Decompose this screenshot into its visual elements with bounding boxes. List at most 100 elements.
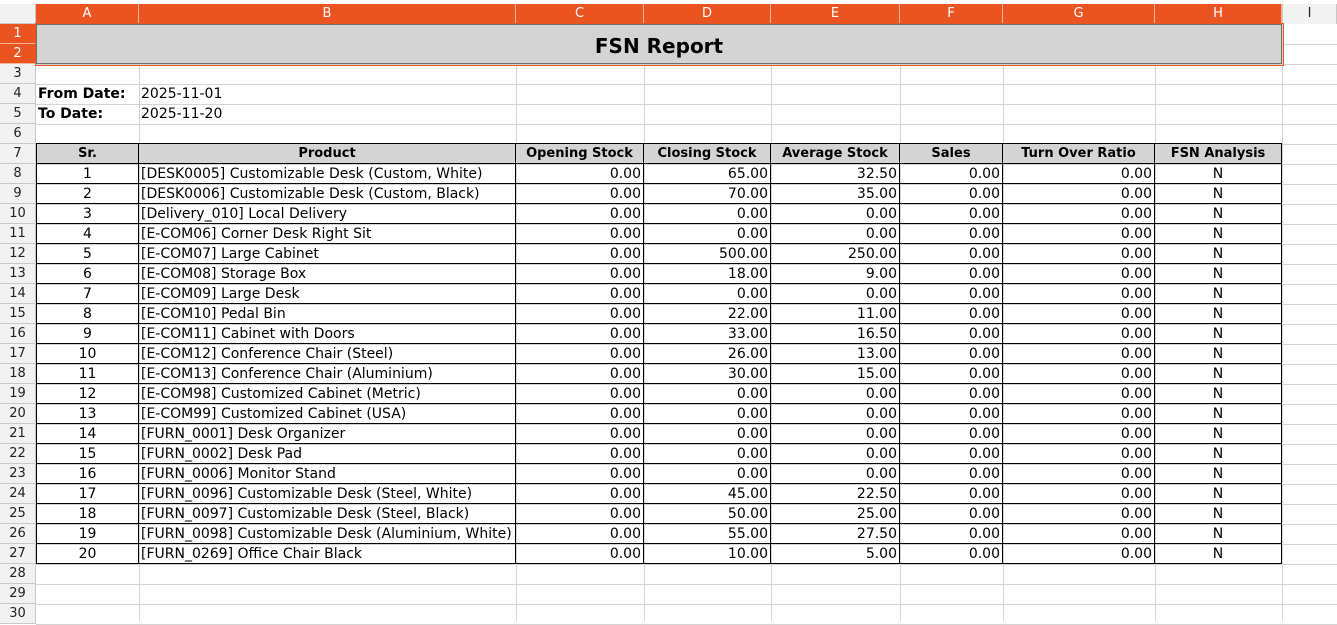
table-cell[interactable]: 7 <box>36 284 139 304</box>
column-header-h[interactable]: H <box>1155 4 1282 24</box>
row-header-6[interactable]: 6 <box>0 124 36 144</box>
table-cell[interactable]: 250.00 <box>771 244 900 264</box>
to-date-value[interactable]: 2025-11-20 <box>139 104 339 124</box>
table-cell[interactable]: 18.00 <box>644 264 771 284</box>
table-cell[interactable]: 13.00 <box>771 344 900 364</box>
table-cell[interactable]: 0.00 <box>516 504 644 524</box>
table-cell[interactable]: N <box>1155 284 1282 304</box>
table-cell[interactable]: 55.00 <box>644 524 771 544</box>
table-cell[interactable]: 0.00 <box>771 384 900 404</box>
table-cell[interactable]: 500.00 <box>644 244 771 264</box>
row-header-26[interactable]: 26 <box>0 524 36 544</box>
table-cell[interactable]: [DESK0005] Customizable Desk (Custom, Wh… <box>139 164 516 184</box>
row-header-24[interactable]: 24 <box>0 484 36 504</box>
table-cell[interactable]: 0.00 <box>516 544 644 564</box>
table-cell[interactable]: N <box>1155 224 1282 244</box>
table-cell[interactable]: 9 <box>36 324 139 344</box>
table-cell[interactable]: [E-COM98] Customized Cabinet (Metric) <box>139 384 516 404</box>
table-cell[interactable]: [FURN_0096] Customizable Desk (Steel, Wh… <box>139 484 516 504</box>
table-cell[interactable]: 0.00 <box>1003 364 1155 384</box>
table-cell[interactable]: [FURN_0097] Customizable Desk (Steel, Bl… <box>139 504 516 524</box>
table-cell[interactable]: 32.50 <box>771 164 900 184</box>
row-header-21[interactable]: 21 <box>0 424 36 444</box>
table-cell[interactable]: 0.00 <box>644 284 771 304</box>
table-cell[interactable]: 0.00 <box>516 484 644 504</box>
table-cell[interactable]: 0.00 <box>644 444 771 464</box>
table-cell[interactable]: 0.00 <box>900 404 1003 424</box>
table-cell[interactable]: 0.00 <box>516 284 644 304</box>
table-cell[interactable]: 70.00 <box>644 184 771 204</box>
table-cell[interactable]: 0.00 <box>1003 304 1155 324</box>
row-header-15[interactable]: 15 <box>0 304 36 324</box>
table-cell[interactable]: 4 <box>36 224 139 244</box>
table-cell[interactable]: 16 <box>36 464 139 484</box>
table-cell[interactable]: N <box>1155 324 1282 344</box>
table-cell[interactable]: 0.00 <box>900 424 1003 444</box>
table-cell[interactable]: [FURN_0001] Desk Organizer <box>139 424 516 444</box>
column-header-b[interactable]: B <box>139 4 516 24</box>
table-cell[interactable]: 0.00 <box>644 404 771 424</box>
table-cell[interactable]: 0.00 <box>1003 344 1155 364</box>
table-cell[interactable]: 0.00 <box>644 464 771 484</box>
table-cell[interactable]: 17 <box>36 484 139 504</box>
table-cell[interactable]: 8 <box>36 304 139 324</box>
table-header-cell[interactable]: Average Stock <box>771 143 900 164</box>
column-header-a[interactable]: A <box>36 4 139 24</box>
row-header-22[interactable]: 22 <box>0 444 36 464</box>
table-cell[interactable]: 25.00 <box>771 504 900 524</box>
select-all-corner[interactable] <box>0 4 36 24</box>
table-cell[interactable]: 0.00 <box>516 324 644 344</box>
table-cell[interactable]: 0.00 <box>516 164 644 184</box>
row-header-13[interactable]: 13 <box>0 264 36 284</box>
table-cell[interactable]: [FURN_0269] Office Chair Black <box>139 544 516 564</box>
table-cell[interactable]: 10 <box>36 344 139 364</box>
table-cell[interactable]: [E-COM08] Storage Box <box>139 264 516 284</box>
table-cell[interactable]: [E-COM13] Conference Chair (Aluminium) <box>139 364 516 384</box>
table-cell[interactable]: [E-COM09] Large Desk <box>139 284 516 304</box>
table-cell[interactable]: 0.00 <box>900 364 1003 384</box>
table-cell[interactable]: 0.00 <box>1003 484 1155 504</box>
from-date-label[interactable]: From Date: <box>36 84 139 104</box>
table-cell[interactable]: 0.00 <box>516 444 644 464</box>
table-header-cell[interactable]: Product <box>139 143 516 164</box>
table-cell[interactable]: 0.00 <box>771 284 900 304</box>
table-cell[interactable]: [FURN_0098] Customizable Desk (Aluminium… <box>139 524 516 544</box>
table-cell[interactable]: N <box>1155 344 1282 364</box>
table-cell[interactable]: 0.00 <box>1003 464 1155 484</box>
table-cell[interactable]: 0.00 <box>516 184 644 204</box>
table-header-cell[interactable]: Opening Stock <box>516 143 644 164</box>
column-header-e[interactable]: E <box>771 4 900 24</box>
table-cell[interactable]: 45.00 <box>644 484 771 504</box>
row-header-19[interactable]: 19 <box>0 384 36 404</box>
row-header-8[interactable]: 8 <box>0 164 36 184</box>
table-cell[interactable]: N <box>1155 524 1282 544</box>
table-cell[interactable]: 0.00 <box>900 344 1003 364</box>
table-cell[interactable]: 30.00 <box>644 364 771 384</box>
table-cell[interactable]: 15 <box>36 444 139 464</box>
table-cell[interactable]: N <box>1155 424 1282 444</box>
table-cell[interactable]: N <box>1155 464 1282 484</box>
table-cell[interactable]: 0.00 <box>516 424 644 444</box>
table-cell[interactable]: 0.00 <box>1003 384 1155 404</box>
table-cell[interactable]: 0.00 <box>516 304 644 324</box>
table-cell[interactable]: 18 <box>36 504 139 524</box>
table-cell[interactable]: 0.00 <box>771 224 900 244</box>
table-cell[interactable]: 0.00 <box>1003 244 1155 264</box>
table-cell[interactable]: 15.00 <box>771 364 900 384</box>
table-cell[interactable]: N <box>1155 364 1282 384</box>
row-header-20[interactable]: 20 <box>0 404 36 424</box>
row-header-30[interactable]: 30 <box>0 604 36 624</box>
row-header-14[interactable]: 14 <box>0 284 36 304</box>
table-cell[interactable]: 22.50 <box>771 484 900 504</box>
table-cell[interactable]: 0.00 <box>644 224 771 244</box>
table-cell[interactable]: 5.00 <box>771 544 900 564</box>
column-header-i[interactable]: I <box>1282 4 1337 24</box>
table-cell[interactable]: 0.00 <box>900 384 1003 404</box>
row-header-17[interactable]: 17 <box>0 344 36 364</box>
table-cell[interactable]: 0.00 <box>900 264 1003 284</box>
table-cell[interactable]: 0.00 <box>516 204 644 224</box>
row-header-29[interactable]: 29 <box>0 584 36 604</box>
table-cell[interactable]: 0.00 <box>900 204 1003 224</box>
table-cell[interactable]: 3 <box>36 204 139 224</box>
table-cell[interactable]: [E-COM10] Pedal Bin <box>139 304 516 324</box>
